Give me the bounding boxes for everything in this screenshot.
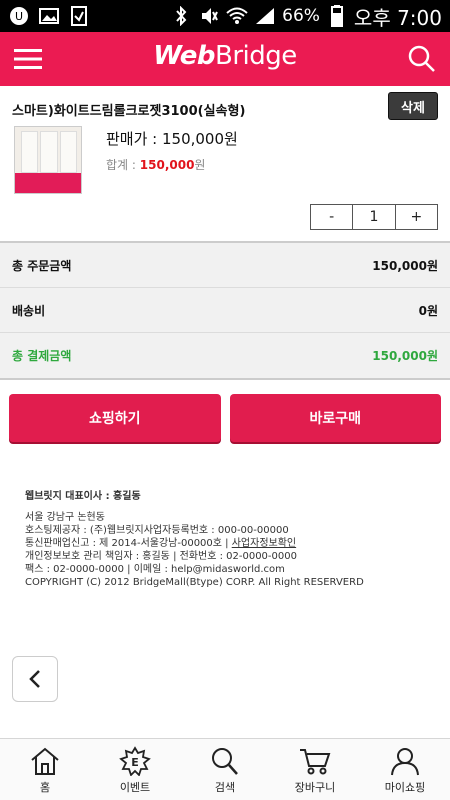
quantity-stepper: - 1 + <box>310 204 438 230</box>
summary-label: 총 주문금액 <box>12 258 72 273</box>
chevron-left-icon <box>29 670 40 688</box>
hamburger-icon <box>14 49 42 69</box>
product-name[interactable]: 스마트)화이트드림롤크로젯3100(실속형) <box>12 100 438 119</box>
nav-label: 검색 <box>214 780 236 794</box>
item-total-value: 150,000 <box>139 158 195 172</box>
summary-row-payment-total: 총 결제금액 150,000원 <box>0 333 450 378</box>
svg-text:E: E <box>131 756 139 769</box>
privacy-info: 개인정보보호 관리 책임자 : 홍길동 | 전화번호 : 02-0000-000… <box>25 551 297 562</box>
telecom-info: 통신판매업신고 : 제 2014-서울강남-00000호 | 사업자정보확인 <box>25 537 364 550</box>
battery-icon <box>326 5 348 27</box>
company-info: 웹브릿지 대표이사 : 홍길동 서울 강남구 논현동 호스팅제공자 : (주)웹… <box>25 490 364 589</box>
copyright: COPYRIGHT (C) 2012 BridgeMall(Btype) COR… <box>25 577 364 588</box>
nav-cart[interactable]: 장바구니 <box>270 739 360 800</box>
nav-label: 이벤트 <box>119 780 151 794</box>
business-info-link[interactable]: 사업자정보확인 <box>232 538 296 549</box>
header-search-button[interactable] <box>406 43 438 75</box>
app-logo-icon: U <box>8 5 30 27</box>
nav-my-shopping[interactable]: 마이쇼핑 <box>360 739 450 800</box>
summary-value: 150,000원 <box>372 258 438 273</box>
nav-label: 마이쇼핑 <box>384 780 426 794</box>
nav-label: 홈 <box>39 780 51 794</box>
cart-item: 스마트)화이트드림롤크로젯3100(실속형) 삭제 판매가 : 150,000원… <box>0 86 450 241</box>
summary-row-order-total: 총 주문금액 150,000원 <box>0 243 450 288</box>
item-total: 합계 : 150,000원 <box>106 156 205 173</box>
home-icon <box>28 745 62 777</box>
nav-home[interactable]: 홈 <box>0 739 90 800</box>
continue-shopping-button[interactable]: 쇼핑하기 <box>9 394 221 442</box>
price-label: 판매가 : 150,000원 <box>106 130 238 148</box>
nav-search[interactable]: 검색 <box>180 739 270 800</box>
image-icon <box>38 5 60 27</box>
webbridge-logo[interactable]: WebBridge <box>153 41 297 71</box>
svg-text:U: U <box>15 10 23 23</box>
menu-button[interactable] <box>12 43 44 75</box>
summary-value: 0원 <box>418 303 438 318</box>
delete-button[interactable]: 삭제 <box>388 92 438 120</box>
summary-label: 배송비 <box>12 303 46 318</box>
item-total-label: 합계 : <box>106 158 140 172</box>
search-icon <box>408 45 435 72</box>
action-buttons: 쇼핑하기 바로구매 <box>0 380 450 442</box>
order-summary: 총 주문금액 150,000원 배송비 0원 총 결제금액 150,000원 <box>0 241 450 380</box>
status-bar: U 66% 오후 7:00 <box>0 0 450 32</box>
app-header: WebBridge <box>0 32 450 86</box>
qty-minus-button[interactable]: - <box>311 205 352 229</box>
cart-icon <box>298 745 332 777</box>
page: U 66% 오후 7:00 WebBridge 스마트)화이트드림롤크로젯310… <box>0 0 450 800</box>
bottom-nav: 홈 E 이벤트 검색 장바구니 마이쇼핑 <box>0 738 450 800</box>
nav-label: 장바구니 <box>294 780 336 794</box>
summary-label: 총 결제금액 <box>12 349 72 363</box>
summary-value: 150,000원 <box>372 349 438 363</box>
qty-input[interactable]: 1 <box>352 205 396 229</box>
qty-plus-button[interactable]: + <box>396 205 437 229</box>
wifi-icon <box>226 5 248 27</box>
mute-icon <box>198 5 220 27</box>
buy-now-button[interactable]: 바로구매 <box>229 394 441 442</box>
item-total-unit: 원 <box>194 158 206 172</box>
search-icon <box>208 745 242 777</box>
telecom-text: 통신판매업신고 : 제 2014-서울강남-00000호 | <box>25 538 232 549</box>
company-address: 서울 강남구 논현동 <box>25 512 105 523</box>
bluetooth-icon <box>170 5 192 27</box>
logo-bridge: Bridge <box>215 41 297 71</box>
download-icon <box>68 5 90 27</box>
product-thumbnail[interactable] <box>14 126 82 194</box>
signal-icon <box>254 5 276 27</box>
contact-info: 팩스 : 02-0000-0000 | 이메일 : help@midasworl… <box>25 564 285 575</box>
logo-web: Web <box>153 41 215 71</box>
back-button[interactable] <box>12 656 58 702</box>
event-icon: E <box>118 745 152 777</box>
summary-row-shipping: 배송비 0원 <box>0 288 450 333</box>
person-icon <box>388 745 422 777</box>
status-time: 오후 7:00 <box>353 5 442 30</box>
hosting-info: 호스팅제공자 : (주)웹브릿지사업자등록번호 : 000-00-00000 <box>25 525 289 536</box>
battery-percent: 66% <box>282 6 320 26</box>
company-ceo: 웹브릿지 대표이사 : 홍길동 <box>25 491 141 502</box>
nav-event[interactable]: E 이벤트 <box>90 739 180 800</box>
